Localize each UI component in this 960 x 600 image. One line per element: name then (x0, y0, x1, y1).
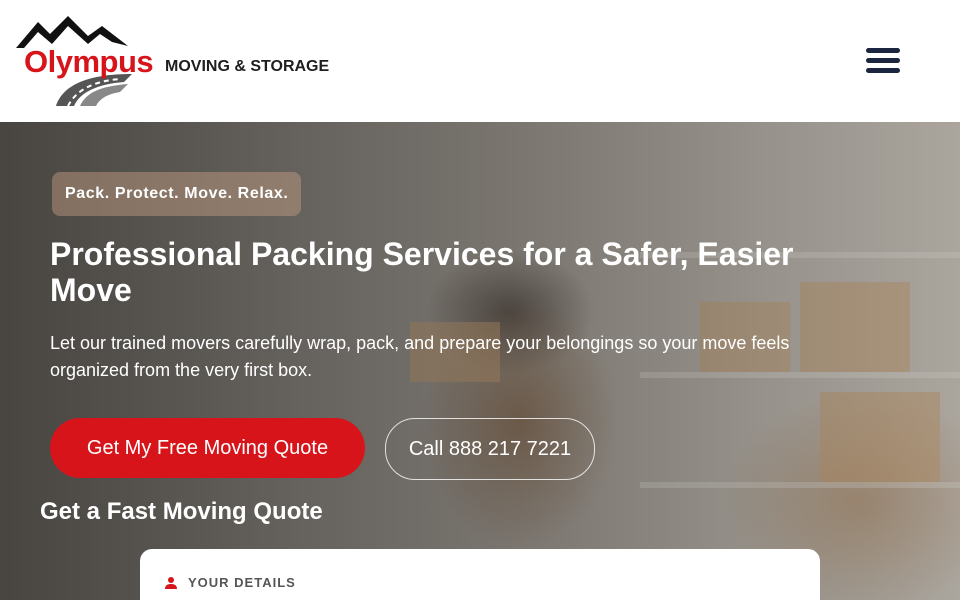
site-header: Olympus MOVING & STORAGE (0, 0, 960, 122)
hamburger-menu-icon[interactable] (864, 46, 902, 76)
company-logo[interactable]: Olympus MOVING & STORAGE (16, 14, 336, 107)
quote-section-title: Get a Fast Moving Quote (40, 498, 323, 525)
logo-brand-text: Olympus (24, 44, 154, 79)
user-icon (165, 576, 177, 589)
your-details-label: YOUR DETAILS (188, 575, 296, 590)
hero-section: Pack. Protect. Move. Relax. Professional… (0, 122, 960, 600)
call-phone-button[interactable]: Call 888 217 7221 (385, 418, 595, 480)
free-quote-button[interactable]: Get My Free Moving Quote (50, 418, 365, 478)
hero-subtext: Let our trained movers carefully wrap, p… (50, 333, 790, 380)
hero-badge: Pack. Protect. Move. Relax. (52, 172, 302, 216)
hero-headline: Professional Packing Services for a Safe… (50, 236, 794, 308)
your-details-header: YOUR DETAILS (164, 575, 296, 590)
logo-tagline: MOVING & STORAGE (165, 58, 330, 75)
quote-form-card: YOUR DETAILS (140, 549, 820, 600)
